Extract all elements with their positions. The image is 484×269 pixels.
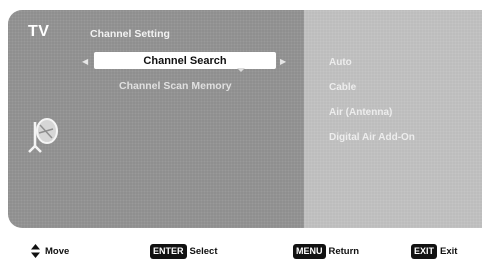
exit-key: EXIT [411,244,438,259]
option-cable[interactable]: Cable [329,82,356,93]
tv-label: TV [28,23,50,40]
menu-item-label: Channel Search [143,54,227,67]
menu-title: Channel Setting [90,28,170,40]
menu-key: MENU [293,244,326,259]
help-exit-label: Exit [440,246,458,257]
left-arrow-icon[interactable]: ◀ [82,57,88,66]
help-move-label: Move [45,245,70,257]
satellite-dish-icon [26,116,60,159]
option-digital-air-add-on[interactable]: Digital Air Add-On [329,132,415,143]
help-bar: Move ENTER Select MENU Return EXIT Exit [8,240,482,264]
up-down-arrow-icon [31,244,40,258]
right-arrow-icon[interactable]: ▶ [280,57,286,66]
menu-item-channel-scan-memory[interactable]: Channel Scan Memory [119,80,232,92]
enter-key: ENTER [150,244,187,259]
help-select: ENTER Select [150,244,218,259]
submenu-panel [304,10,482,228]
chevron-down-icon [237,68,245,72]
help-select-label: Select [189,246,218,257]
tv-menu-screen: TV Channel Setting ◀ Channel Search ▶ Ch… [8,10,482,228]
help-return-label: Return [328,246,360,257]
help-return: MENU Return [293,244,359,259]
option-auto[interactable]: Auto [329,57,352,68]
menu-item-channel-search[interactable]: Channel Search [94,52,276,69]
option-air-antenna[interactable]: Air (Antenna) [329,107,392,118]
help-move: Move [31,244,69,258]
help-exit: EXIT Exit [411,244,457,259]
